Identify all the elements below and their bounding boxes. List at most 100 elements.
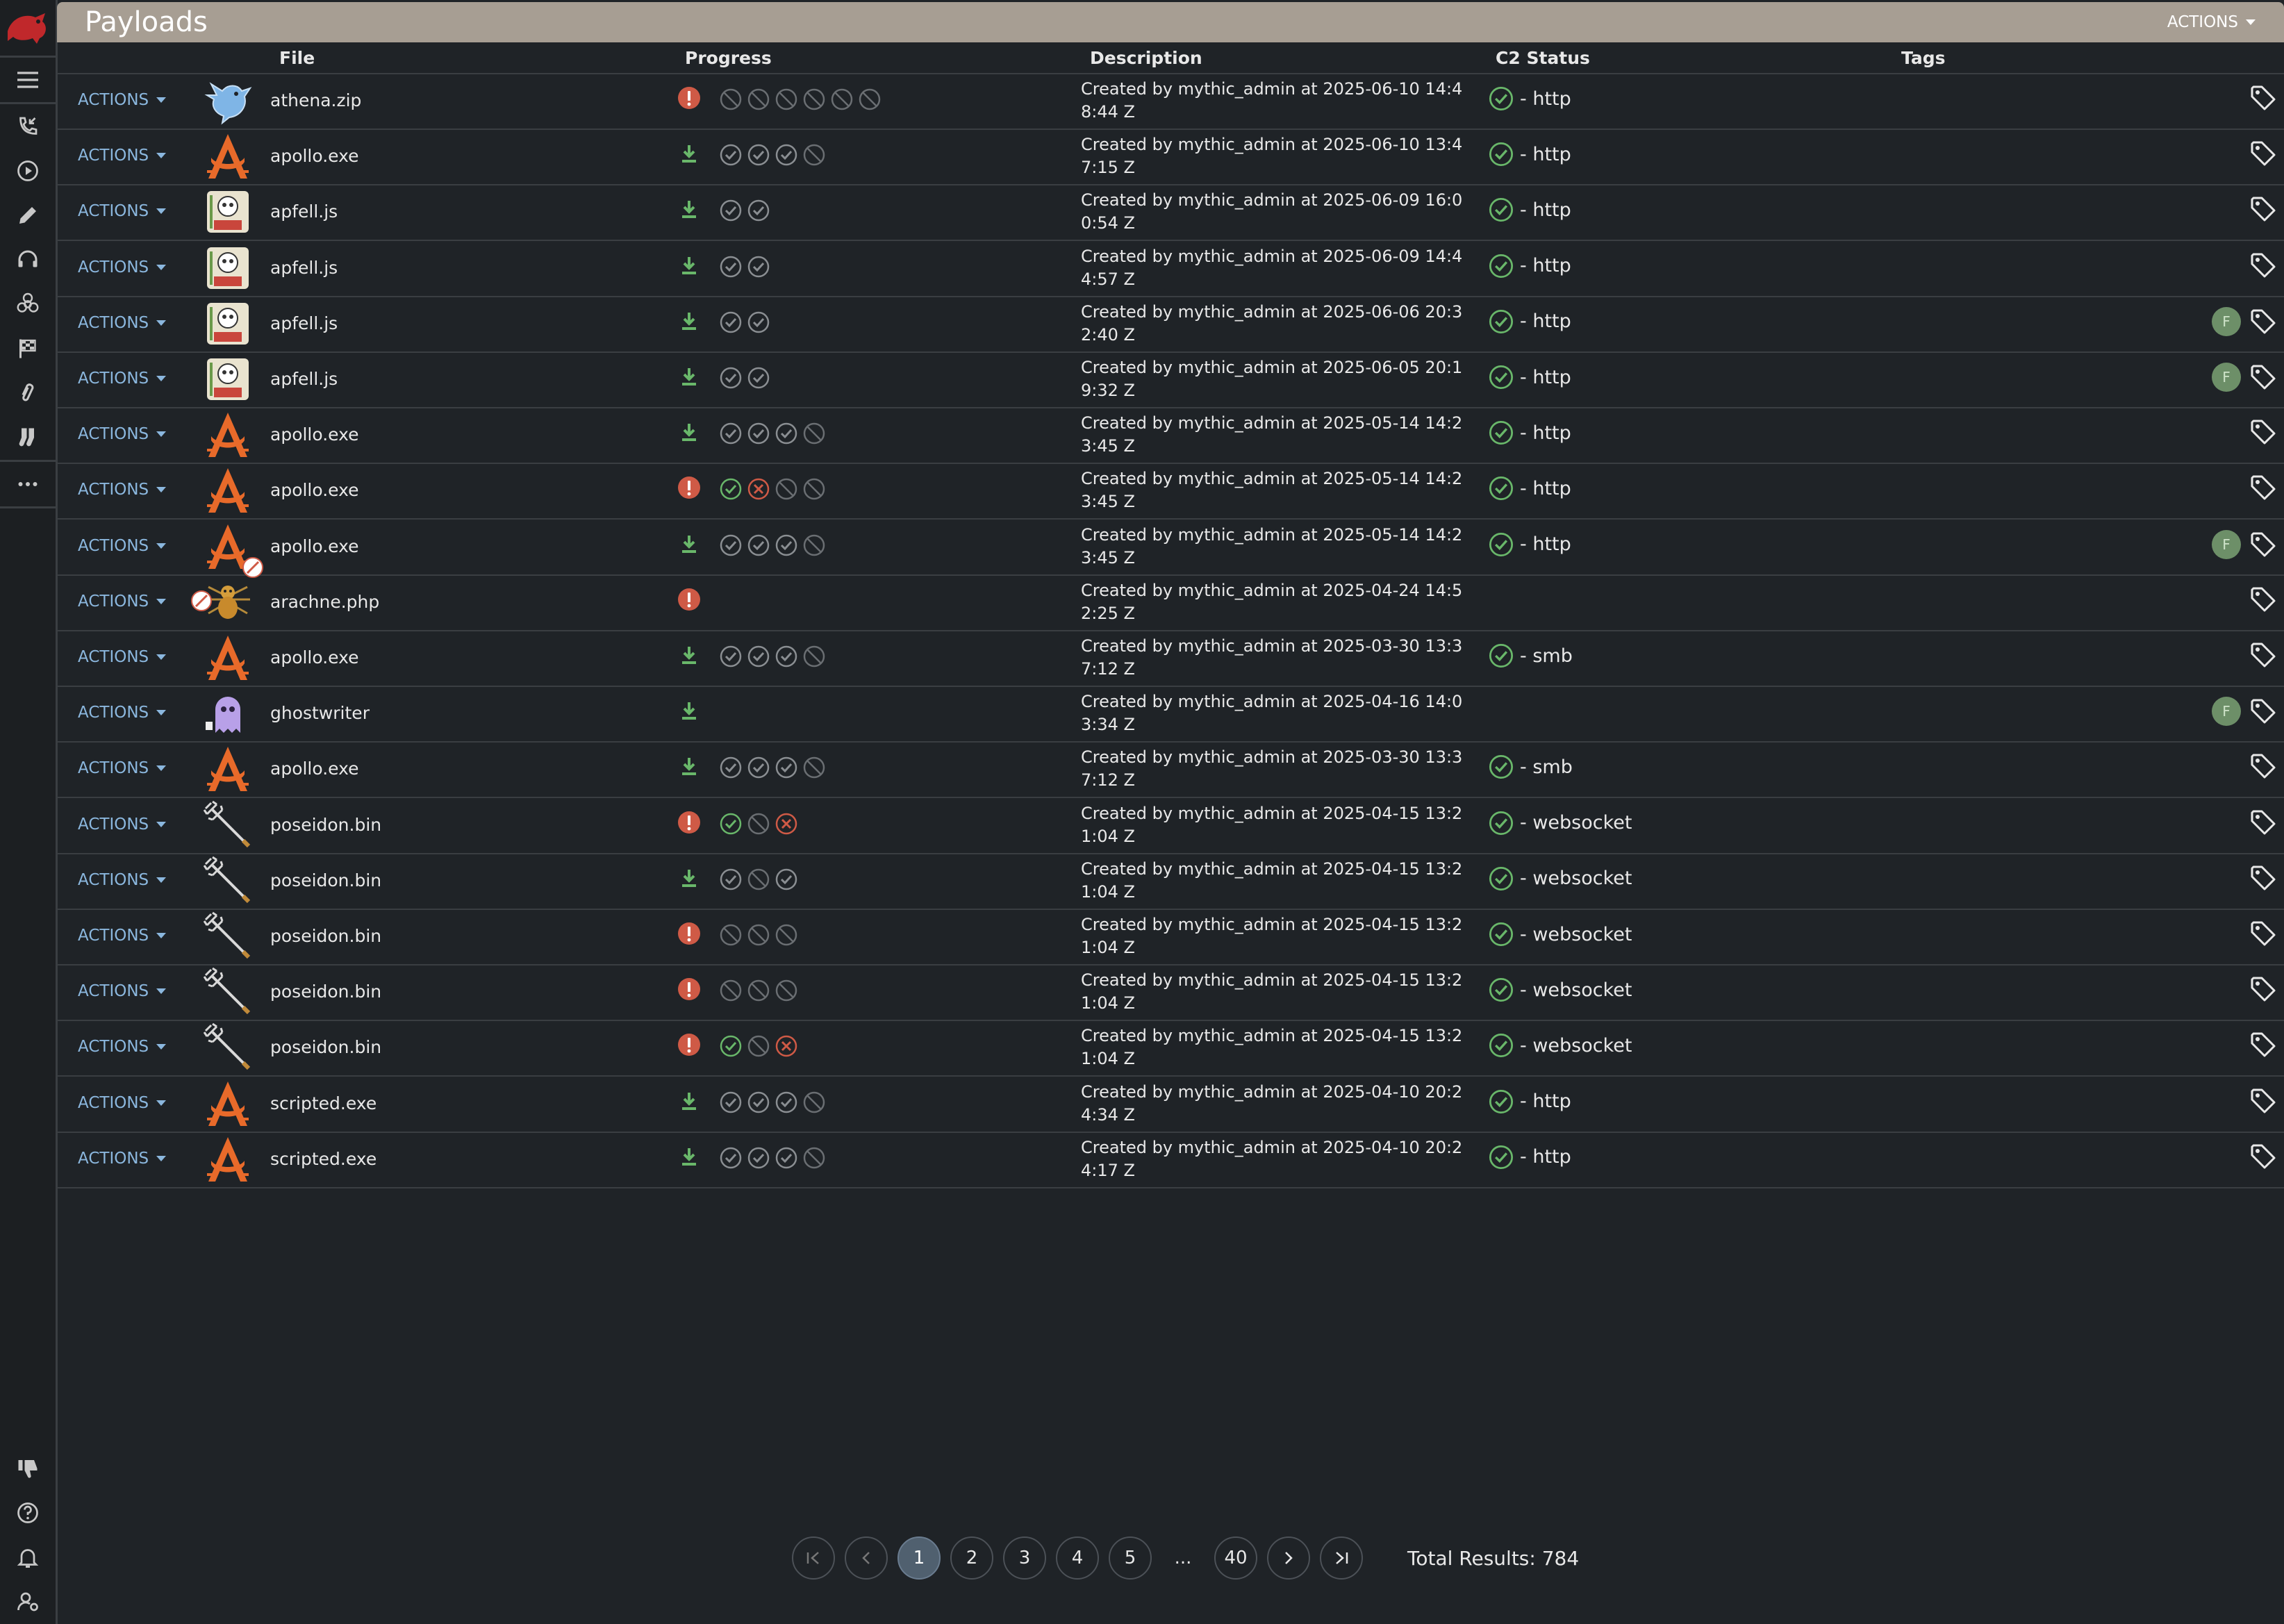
payload-type-image[interactable]	[201, 74, 254, 127]
sidebar-play-circle-button[interactable]	[0, 149, 56, 193]
row-actions-button[interactable]: ACTIONS	[78, 759, 167, 777]
row-actions-button[interactable]: ACTIONS	[78, 982, 167, 1000]
payload-type-image[interactable]	[201, 966, 254, 1018]
payload-filename[interactable]: poseidon.bin	[270, 815, 381, 835]
column-c2-status[interactable]: C2 Status	[1496, 48, 1590, 68]
download-icon[interactable]	[677, 754, 701, 778]
download-icon[interactable]	[677, 1145, 701, 1168]
page-button-3[interactable]: 3	[1003, 1536, 1046, 1580]
tag-icon[interactable]	[2249, 140, 2277, 167]
row-actions-button[interactable]: ACTIONS	[78, 1094, 167, 1112]
tag-badge[interactable]: F	[2212, 529, 2241, 559]
prev-page-button[interactable]	[845, 1536, 888, 1580]
tag-icon[interactable]	[2249, 752, 2277, 780]
payload-filename[interactable]: apfell.js	[270, 313, 338, 333]
row-actions-button[interactable]: ACTIONS	[78, 1150, 167, 1168]
payload-filename[interactable]: scripted.exe	[270, 1149, 376, 1169]
sidebar-paperclip-button[interactable]	[0, 371, 56, 415]
mythic-logo-icon[interactable]	[0, 0, 56, 58]
tag-badge[interactable]: F	[2212, 697, 2241, 727]
download-icon[interactable]	[677, 866, 701, 890]
payload-filename[interactable]: arachne.php	[270, 592, 379, 612]
download-icon[interactable]	[677, 309, 701, 333]
payload-filename[interactable]: poseidon.bin	[270, 870, 381, 890]
payload-filename[interactable]: apollo.exe	[270, 480, 359, 500]
row-actions-button[interactable]: ACTIONS	[78, 370, 167, 388]
payload-type-image[interactable]	[201, 408, 254, 461]
row-actions-button[interactable]: ACTIONS	[78, 425, 167, 443]
download-icon[interactable]	[677, 643, 701, 667]
tag-icon[interactable]	[2249, 641, 2277, 669]
payload-type-image[interactable]	[201, 687, 254, 740]
payload-type-image[interactable]	[201, 185, 254, 238]
sidebar-bell-alert-button[interactable]	[0, 1535, 56, 1580]
payload-filename[interactable]: athena.zip	[270, 90, 361, 110]
payload-type-image[interactable]	[201, 242, 254, 295]
payload-filename[interactable]: poseidon.bin	[270, 981, 381, 1002]
payload-type-image[interactable]	[201, 631, 254, 684]
payload-filename[interactable]: apfell.js	[270, 369, 338, 389]
tag-icon[interactable]	[2249, 363, 2277, 391]
payload-type-image[interactable]	[201, 464, 254, 517]
tag-icon[interactable]	[2249, 1031, 2277, 1059]
next-page-button[interactable]	[1267, 1536, 1310, 1580]
download-icon[interactable]	[677, 197, 701, 221]
payload-filename[interactable]: apfell.js	[270, 258, 338, 278]
sidebar-phone-callback-button[interactable]	[0, 104, 56, 149]
row-actions-button[interactable]: ACTIONS	[78, 815, 167, 834]
payload-type-image[interactable]	[201, 297, 254, 350]
last-page-button[interactable]	[1320, 1536, 1363, 1580]
tag-icon[interactable]	[2249, 474, 2277, 502]
payload-type-image[interactable]	[201, 1021, 254, 1074]
sidebar-more-button[interactable]	[0, 462, 56, 506]
page-button-1[interactable]: 1	[897, 1536, 941, 1580]
download-icon[interactable]	[677, 254, 701, 277]
row-actions-button[interactable]: ACTIONS	[78, 481, 167, 499]
download-icon[interactable]	[677, 1089, 701, 1113]
tag-icon[interactable]	[2249, 418, 2277, 446]
tag-icon[interactable]	[2249, 84, 2277, 112]
download-icon[interactable]	[677, 365, 701, 388]
sidebar-flag-checkered-button[interactable]	[0, 326, 56, 371]
tag-icon[interactable]	[2249, 195, 2277, 223]
payload-filename[interactable]: apollo.exe	[270, 146, 359, 166]
payload-filename[interactable]: poseidon.bin	[270, 926, 381, 946]
sidebar-thumb-down-button[interactable]	[0, 1446, 56, 1491]
column-description[interactable]: Description	[1090, 48, 1202, 68]
row-actions-button[interactable]: ACTIONS	[78, 1038, 167, 1056]
payload-type-image[interactable]	[201, 1077, 254, 1130]
tag-icon[interactable]	[2249, 697, 2277, 725]
payload-type-image[interactable]	[201, 910, 254, 963]
row-actions-button[interactable]: ACTIONS	[78, 871, 167, 889]
payload-filename[interactable]: apollo.exe	[270, 536, 359, 556]
payload-filename[interactable]: apfell.js	[270, 201, 338, 222]
row-actions-button[interactable]: ACTIONS	[78, 91, 167, 109]
page-button-last[interactable]: 40	[1214, 1536, 1257, 1580]
tag-badge[interactable]: F	[2212, 363, 2241, 392]
tag-badge[interactable]: F	[2212, 306, 2241, 336]
tag-icon[interactable]	[2249, 1087, 2277, 1115]
row-actions-button[interactable]: ACTIONS	[78, 537, 167, 555]
payload-filename[interactable]: poseidon.bin	[270, 1037, 381, 1057]
sidebar-user-settings-button[interactable]	[0, 1580, 56, 1624]
page-button-5[interactable]: 5	[1109, 1536, 1152, 1580]
page-button-4[interactable]: 4	[1056, 1536, 1099, 1580]
tag-icon[interactable]	[2249, 975, 2277, 1003]
tag-icon[interactable]	[2249, 531, 2277, 558]
payload-filename[interactable]: apollo.exe	[270, 424, 359, 445]
payload-type-image[interactable]	[201, 743, 254, 795]
sidebar-headset-button[interactable]	[0, 238, 56, 282]
payload-filename[interactable]: apollo.exe	[270, 759, 359, 779]
download-icon[interactable]	[677, 142, 701, 165]
payload-type-image[interactable]	[201, 353, 254, 406]
tag-icon[interactable]	[2249, 864, 2277, 892]
row-actions-button[interactable]: ACTIONS	[78, 258, 167, 276]
row-actions-button[interactable]: ACTIONS	[78, 202, 167, 220]
payload-type-image[interactable]	[201, 520, 263, 578]
column-progress[interactable]: Progress	[685, 48, 772, 68]
payload-type-image[interactable]	[191, 576, 254, 629]
download-icon[interactable]	[677, 420, 701, 444]
payload-filename[interactable]: ghostwriter	[270, 703, 370, 723]
payload-type-image[interactable]	[201, 130, 254, 183]
sidebar-pencil-button[interactable]	[0, 193, 56, 238]
